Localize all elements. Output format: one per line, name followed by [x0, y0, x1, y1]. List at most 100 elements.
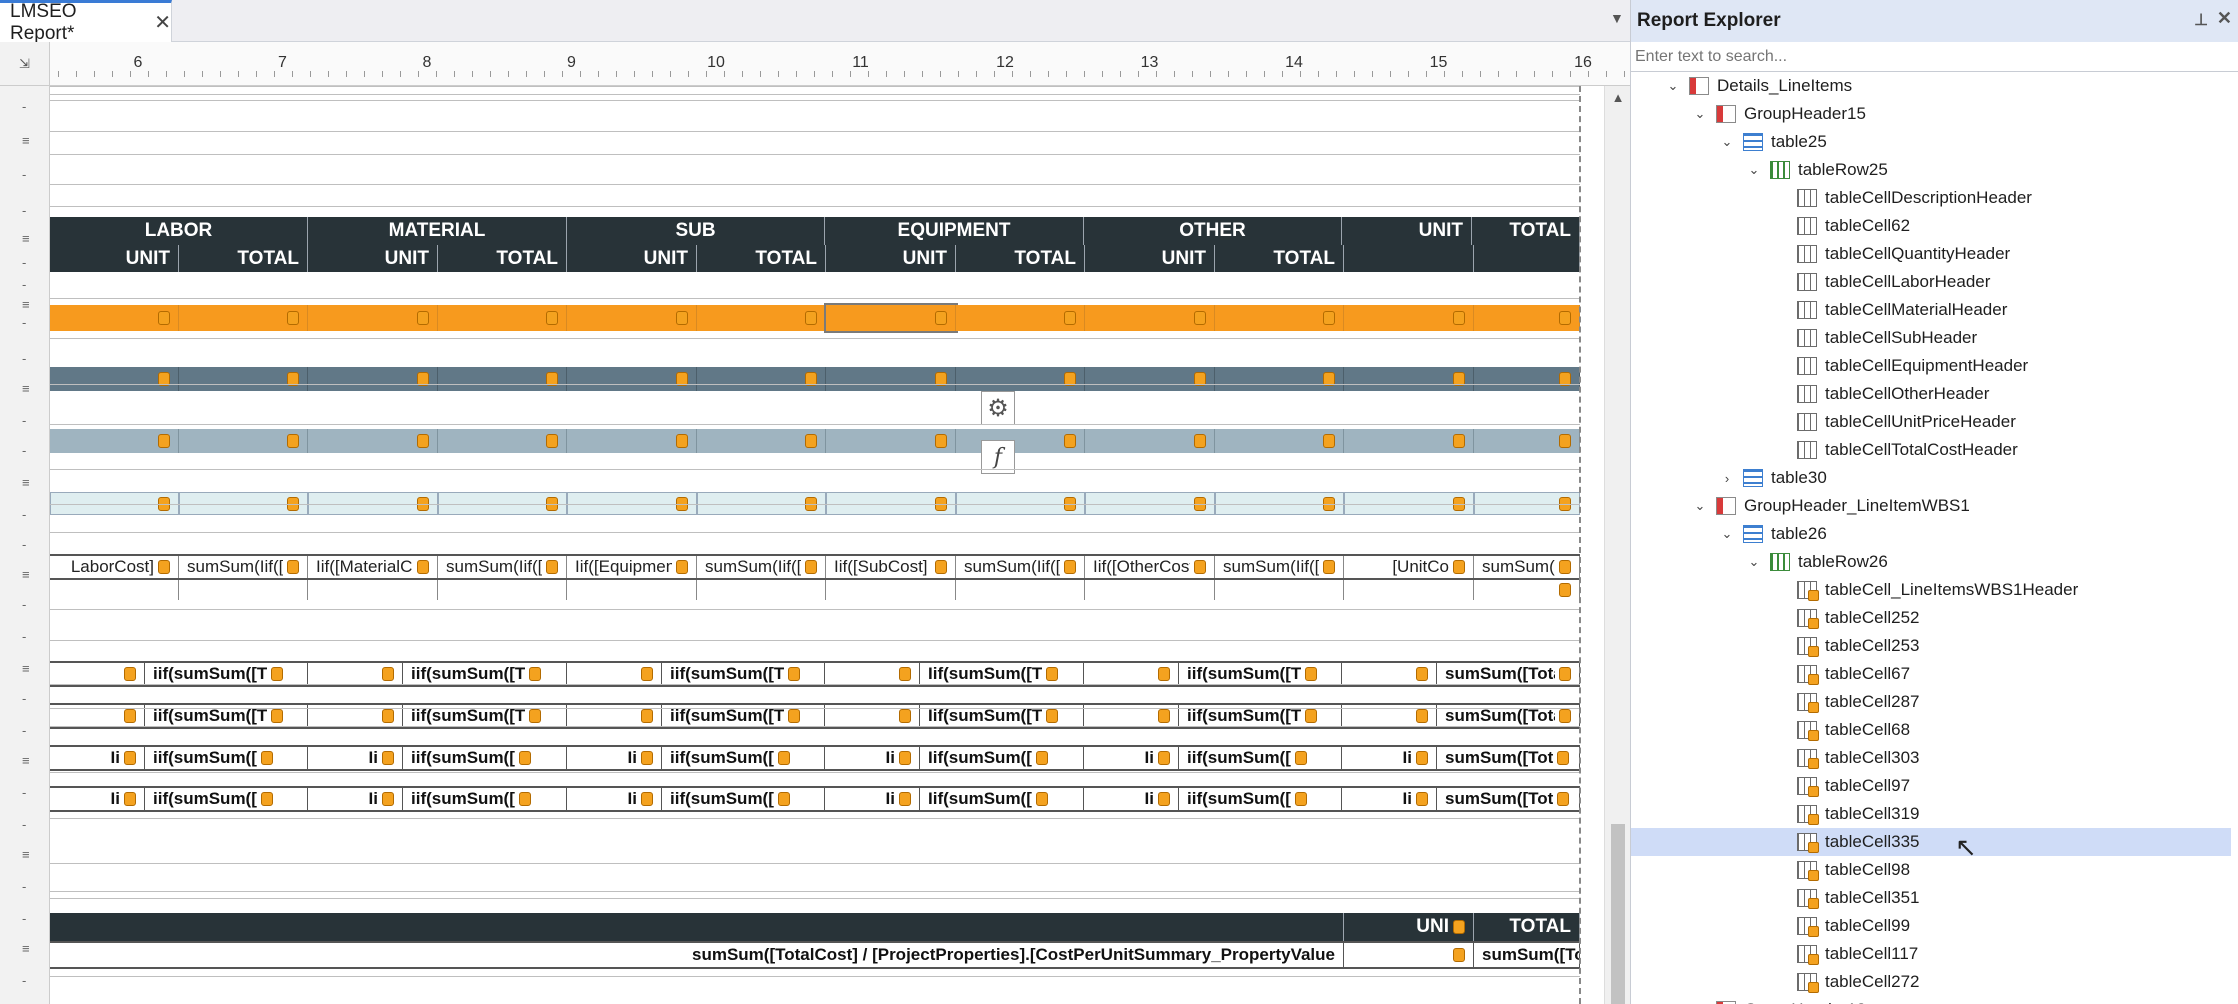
band-marker[interactable]: - — [22, 598, 26, 611]
field-cell[interactable] — [1215, 305, 1344, 331]
expression-cell[interactable]: sumSum([TotalC — [1474, 556, 1580, 578]
field-cell[interactable] — [50, 305, 179, 331]
header-cell[interactable]: UNIT — [1342, 217, 1472, 245]
header-cell[interactable] — [1474, 245, 1580, 272]
tree-node[interactable]: tableCell117 — [1631, 940, 2231, 968]
chevron-down-icon[interactable]: ⌄ — [1746, 554, 1762, 570]
field-cell[interactable] — [1344, 429, 1474, 453]
close-panel-icon[interactable]: ✕ — [2217, 8, 2232, 29]
tree-node[interactable]: tableCell319 — [1631, 800, 2231, 828]
formula-cell[interactable]: sumSum([TotalC — [1437, 663, 1580, 685]
design-surface[interactable]: LABOR MATERIAL SUB EQUIPMENT OTHER UNIT … — [50, 86, 1580, 1004]
summary-blank-cell[interactable] — [50, 913, 1344, 941]
band-marker[interactable]: ≡ — [22, 134, 30, 147]
field-cell[interactable] — [956, 367, 1085, 391]
formula-cell[interactable]: Ii — [308, 788, 403, 810]
band-marker[interactable]: ≡ — [22, 662, 30, 675]
field-cell[interactable] — [1215, 429, 1344, 453]
slate-field-row[interactable] — [50, 367, 1580, 391]
band-marker[interactable]: - — [22, 352, 26, 365]
tree-node[interactable]: › table30 — [1631, 464, 2231, 492]
scrollbar-thumb[interactable] — [1611, 824, 1625, 1004]
expression-cell[interactable] — [438, 580, 567, 600]
tree-node[interactable]: tableCellTotalCostHeader — [1631, 436, 2231, 464]
tree-node[interactable]: tableCell335 — [1631, 828, 2231, 856]
band-marker[interactable]: - — [22, 204, 26, 217]
band-marker[interactable]: ≡ — [22, 568, 30, 581]
band-marker[interactable]: ≡ — [22, 942, 30, 955]
field-cell[interactable] — [1474, 367, 1580, 391]
formula-cell[interactable]: sumSum([Tot — [1437, 788, 1580, 810]
band-marker[interactable]: - — [22, 692, 26, 705]
field-cell[interactable] — [1085, 367, 1215, 391]
tree-node[interactable]: tableCellEquipmentHeader — [1631, 352, 2231, 380]
expression-row-lower[interactable] — [50, 580, 1580, 600]
expression-cell[interactable]: Iif([OtherCost] — [1085, 556, 1215, 578]
field-cell[interactable] — [50, 429, 179, 453]
band-marker[interactable]: - — [22, 538, 26, 551]
table-header-groups[interactable]: LABOR MATERIAL SUB EQUIPMENT OTHER UNIT … — [50, 217, 1580, 245]
field-cell[interactable] — [567, 429, 697, 453]
field-cell[interactable] — [438, 305, 567, 331]
expression-cell[interactable]: sumSum(Iif([La — [179, 556, 308, 578]
summary-unit-header[interactable]: UNI — [1344, 913, 1474, 941]
header-cell[interactable] — [1344, 245, 1474, 272]
formula-cell[interactable]: Iif(sumSum([ — [920, 747, 1084, 769]
band-marker[interactable]: ≡ — [22, 382, 30, 395]
tree-node[interactable]: tableCellOtherHeader — [1631, 380, 2231, 408]
formula-row[interactable]: Ii iif(sumSum([Ii iif(sumSum([Ii iif(sumSum… — [50, 745, 1580, 771]
tree-node[interactable]: ⌄ tableRow25 — [1631, 156, 2231, 184]
field-cell[interactable] — [1085, 305, 1215, 331]
formula-row[interactable]: Ii iif(sumSum([Ii iif(sumSum([Ii iif(sumSum… — [50, 786, 1580, 812]
pin-icon[interactable]: ⊥ — [2194, 10, 2208, 30]
field-cell[interactable] — [697, 305, 826, 331]
header-cell[interactable]: UNIT — [50, 245, 179, 272]
formula-cell[interactable]: iif(sumSum([T — [1179, 663, 1342, 685]
tree-node[interactable]: tableCellSubHeader — [1631, 324, 2231, 352]
summary-total-header[interactable]: TOTAL — [1474, 913, 1580, 941]
header-cell[interactable]: TOTAL — [1472, 217, 1580, 245]
field-cell[interactable] — [826, 429, 956, 453]
tree-node[interactable]: tableCell351 — [1631, 884, 2231, 912]
tree-node[interactable]: tableCellDescriptionHeader — [1631, 184, 2231, 212]
expression-cell[interactable] — [1085, 580, 1215, 600]
formula-cell[interactable]: Ii — [50, 747, 145, 769]
formula-cell[interactable]: Ii — [825, 788, 920, 810]
formula-cell[interactable]: iif(sumSum([ — [403, 788, 567, 810]
header-cell[interactable]: OTHER — [1084, 217, 1342, 245]
tree-node[interactable]: tableCell68 — [1631, 716, 2231, 744]
band-marker[interactable]: - — [22, 630, 26, 643]
header-cell[interactable]: MATERIAL — [308, 217, 567, 245]
tab-list-dropdown-icon[interactable]: ▼ — [1610, 10, 1624, 26]
expression-row[interactable]: LaborCost] sumSum(Iif([La Iif([MaterialCo s… — [50, 554, 1580, 580]
expression-cell[interactable]: sumSum(Iif([M — [438, 556, 567, 578]
field-cell[interactable] — [567, 305, 697, 331]
close-tab-icon[interactable]: ✕ — [154, 10, 171, 35]
expression-cell[interactable] — [1474, 580, 1580, 600]
formula-cell[interactable]: iif(sumSum([T — [403, 663, 567, 685]
smart-tag-gear-icon[interactable]: ⚙ — [981, 391, 1015, 425]
expression-cell[interactable] — [826, 580, 956, 600]
tree-node[interactable]: tableCell62 — [1631, 212, 2231, 240]
formula-cell[interactable]: sumSum([Tot — [1437, 747, 1580, 769]
header-cell[interactable]: EQUIPMENT — [825, 217, 1084, 245]
document-tab[interactable]: LMSEO Report* ✕ — [0, 0, 172, 44]
chevron-down-icon[interactable]: ⌄ — [1665, 78, 1681, 94]
tree-node[interactable]: tableCell252 — [1631, 604, 2231, 632]
blue-field-row[interactable] — [50, 429, 1580, 453]
formula-cell[interactable]: iif(sumSum([ — [1179, 747, 1342, 769]
expression-cell[interactable] — [179, 580, 308, 600]
expression-cell[interactable]: [UnitCo — [1344, 556, 1474, 578]
band-marker[interactable]: ≡ — [22, 232, 30, 245]
expression-cell[interactable]: LaborCost] — [50, 556, 179, 578]
formula-cell[interactable] — [1342, 663, 1437, 685]
field-cell[interactable] — [1474, 305, 1580, 331]
header-cell[interactable]: TOTAL — [1215, 245, 1344, 272]
summary-formula-cell[interactable]: sumSum([TotalCost] / [ProjectProperties]… — [50, 943, 1344, 967]
header-cell[interactable]: UNIT — [1085, 245, 1215, 272]
tree-node[interactable]: ⌄ table26 — [1631, 520, 2231, 548]
formula-cell[interactable]: Iif(sumSum([ — [920, 788, 1084, 810]
tree-node[interactable]: ›GroupHeader13 — [1631, 996, 2231, 1004]
table-header-sub[interactable]: UNIT TOTAL UNIT TOTAL UNIT TOTAL UNIT TO… — [50, 245, 1580, 272]
tree-node[interactable]: ⌄ GroupHeader_LineItemWBS1 — [1631, 492, 2231, 520]
